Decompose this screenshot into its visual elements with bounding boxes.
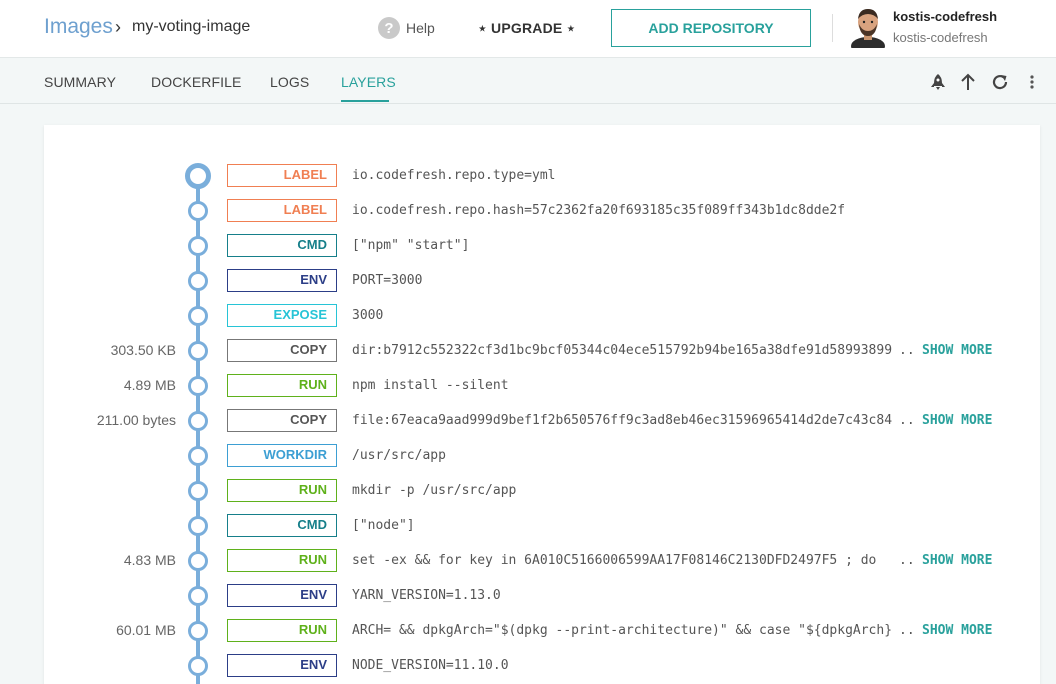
layer-command: /usr/src/app bbox=[352, 448, 446, 463]
layer-command: 3000 bbox=[352, 308, 384, 323]
layer-row: ENV PORT=3000 bbox=[0, 264, 1056, 299]
layer-size: 60.01 MB bbox=[116, 622, 176, 638]
header-divider bbox=[832, 14, 833, 42]
tab-layers[interactable]: LAYERS bbox=[341, 74, 396, 90]
layer-type-badge: RUN bbox=[227, 479, 337, 502]
timeline-node bbox=[188, 201, 208, 221]
timeline-node bbox=[188, 656, 208, 676]
refresh-icon[interactable] bbox=[989, 71, 1011, 93]
timeline-node bbox=[188, 446, 208, 466]
layer-command: set -ex && for key in 6A010C5166006599AA… bbox=[352, 553, 877, 568]
timeline-node bbox=[188, 551, 208, 571]
add-repository-button[interactable]: ADD REPOSITORY bbox=[611, 9, 811, 47]
layer-command: YARN_VERSION=1.13.0 bbox=[352, 588, 501, 603]
layer-type-badge: ENV bbox=[227, 269, 337, 292]
layer-command: dir:b7912c552322cf3d1bc9bcf05344c04ece51… bbox=[352, 343, 893, 358]
layer-ellipsis: .. bbox=[899, 623, 915, 638]
layer-row: 303.50 KB COPY dir:b7912c552322cf3d1bc9bcf… bbox=[0, 334, 1056, 369]
layer-type-badge: ENV bbox=[227, 584, 337, 607]
layer-row: EXPOSE 3000 bbox=[0, 299, 1056, 334]
layer-row: 4.89 MB RUN npm install --silent bbox=[0, 369, 1056, 404]
user-name[interactable]: kostis-codefresh bbox=[893, 9, 997, 24]
help-label: Help bbox=[406, 20, 435, 36]
timeline-node bbox=[188, 376, 208, 396]
timeline-node bbox=[188, 481, 208, 501]
tab-summary[interactable]: SUMMARY bbox=[44, 74, 116, 90]
help-icon: ? bbox=[378, 17, 400, 39]
tabs-divider bbox=[0, 103, 1056, 104]
layer-row: WORKDIR/usr/src/app bbox=[0, 439, 1056, 474]
layer-command: file:67eaca9aad999d9bef1f2b650576ff9c3ad… bbox=[352, 413, 893, 428]
layer-type-badge: LABEL bbox=[227, 199, 337, 222]
layer-ellipsis: .. bbox=[899, 413, 915, 428]
timeline-node bbox=[188, 411, 208, 431]
layer-size: 4.83 MB bbox=[123, 552, 176, 568]
layer-type-badge: EXPOSE bbox=[227, 304, 337, 327]
timeline-node bbox=[188, 341, 208, 361]
top-bar: Images › my-voting-image ? Help ⋆ UPGRAD… bbox=[0, 0, 1056, 58]
layer-type-badge: CMD bbox=[227, 514, 337, 537]
layer-type-badge: CMD bbox=[227, 234, 337, 257]
layer-type-badge: RUN bbox=[227, 374, 337, 397]
timeline-node bbox=[185, 163, 211, 189]
layer-row: 211.00 bytes COPY file:67eaca9aad999d9bef1… bbox=[0, 404, 1056, 439]
user-account: kostis-codefresh bbox=[893, 30, 988, 45]
layer-row: 60.01 MB RUN ARCH= && dpkgArch="$(dpkg --p… bbox=[0, 614, 1056, 649]
more-vertical-icon[interactable] bbox=[1021, 71, 1043, 93]
arrow-up-icon[interactable] bbox=[957, 71, 979, 93]
layer-command: mkdir -p /usr/src/app bbox=[352, 483, 517, 498]
layer-command: io.codefresh.repo.hash=57c2362fa20f69318… bbox=[352, 203, 846, 218]
layer-command: NODE_VERSION=11.10.0 bbox=[352, 658, 509, 673]
timeline-node bbox=[188, 306, 208, 326]
timeline-node bbox=[188, 271, 208, 291]
timeline-node bbox=[188, 516, 208, 536]
user-avatar[interactable] bbox=[850, 6, 886, 48]
layer-command: ["npm" "start"] bbox=[352, 238, 470, 253]
layer-command: ARCH= && dpkgArch="$(dpkg --print-archit… bbox=[352, 623, 893, 638]
layer-row: CMD ["npm" "start"] bbox=[0, 229, 1056, 264]
layer-row: LABEL io.codefresh.repo.hash=57c2362fa20f… bbox=[0, 194, 1056, 229]
show-more-button[interactable]: SHOW MORE bbox=[922, 413, 992, 428]
breadcrumb-current: my-voting-image bbox=[132, 18, 251, 35]
tab-logs[interactable]: LOGS bbox=[270, 74, 309, 90]
layer-type-badge: RUN bbox=[227, 549, 337, 572]
layer-command: npm install --silent bbox=[352, 378, 509, 393]
layer-command: io.codefresh.repo.type=yml bbox=[352, 168, 556, 183]
layer-type-badge: WORKDIR bbox=[227, 444, 337, 467]
show-more-button[interactable]: SHOW MORE bbox=[922, 553, 992, 568]
layer-type-badge: ENV bbox=[227, 654, 337, 677]
timeline-node bbox=[188, 621, 208, 641]
layer-command: PORT=3000 bbox=[352, 273, 423, 288]
layer-size: 4.89 MB bbox=[123, 377, 176, 393]
layer-row: 4.83 MB RUN set -ex && for key in 6A010C51… bbox=[0, 544, 1056, 579]
tab-dockerfile[interactable]: DOCKERFILE bbox=[151, 74, 241, 90]
layer-ellipsis: .. bbox=[899, 343, 915, 358]
active-tab-indicator bbox=[341, 100, 389, 102]
help-link[interactable]: ? Help bbox=[378, 17, 435, 39]
timeline-node bbox=[188, 236, 208, 256]
show-more-button[interactable]: SHOW MORE bbox=[922, 343, 992, 358]
upgrade-link[interactable]: ⋆ UPGRADE ⋆ bbox=[478, 20, 576, 37]
breadcrumb-images-link[interactable]: Images bbox=[44, 15, 113, 39]
image-tabs: SUMMARY DOCKERFILE LOGS LAYERS bbox=[0, 58, 1056, 104]
layer-type-badge: COPY bbox=[227, 339, 337, 362]
layer-command: ["node"] bbox=[352, 518, 415, 533]
layer-size: 303.50 KB bbox=[110, 342, 176, 358]
timeline-node bbox=[188, 586, 208, 606]
rocket-icon[interactable] bbox=[927, 71, 949, 93]
layer-row: CMD ["node"] bbox=[0, 509, 1056, 544]
layer-row: ENV YARN_VERSION=1.13.0 bbox=[0, 579, 1056, 614]
layer-ellipsis: .. bbox=[899, 553, 915, 568]
layer-row: ENV NODE_VERSION=11.10.0 bbox=[0, 649, 1056, 684]
show-more-button[interactable]: SHOW MORE bbox=[922, 623, 992, 638]
layer-size: 211.00 bytes bbox=[96, 412, 176, 428]
layer-type-badge: RUN bbox=[227, 619, 337, 642]
breadcrumb-chevron-icon: › bbox=[115, 17, 121, 37]
layer-row: LABEL io.codefresh.repo.type=yml bbox=[0, 159, 1056, 194]
layer-type-badge: LABEL bbox=[227, 164, 337, 187]
layer-row: RUN mkdir -p /usr/src/app bbox=[0, 474, 1056, 509]
layer-type-badge: COPY bbox=[227, 409, 337, 432]
